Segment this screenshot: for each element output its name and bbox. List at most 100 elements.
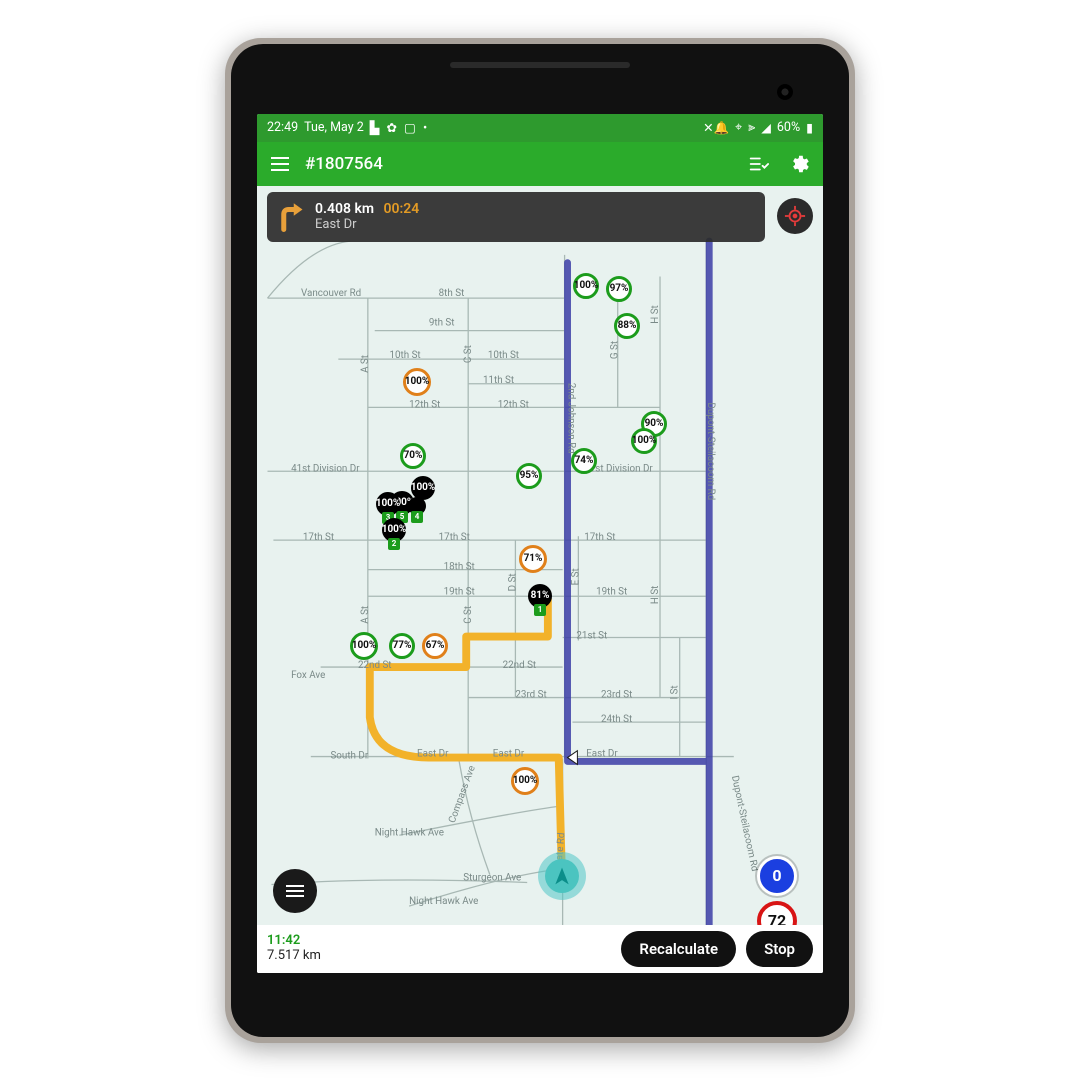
sequence-badge: 2 [388, 538, 400, 550]
svg-text:19th St: 19th St [444, 586, 475, 597]
stop-marker[interactable]: 88% [614, 313, 640, 339]
svg-text:A St: A St [360, 355, 371, 373]
gps-icon: ⌖ [735, 120, 742, 135]
svg-text:22nd St: 22nd St [358, 660, 392, 671]
app-bar: #1807564 [257, 142, 823, 186]
mute-icon: ✕🔔 [703, 120, 729, 136]
map[interactable]: Vancouver Rd8th St9th St10th St10th St11… [257, 186, 823, 973]
svg-text:17th St: 17th St [584, 532, 615, 543]
eta-time: 11:42 [267, 934, 321, 949]
svg-text:I St: I St [670, 685, 681, 699]
wifi-icon: ⫸ [748, 120, 755, 135]
direction-text: 0.408 km 00:24 East Dr [315, 201, 419, 232]
tablet-bezel: 22:49 Tue, May 2 ▙ ✿ ▢ • ✕🔔 ⌖ ⫸ ◢ 60% ▮ [231, 44, 849, 1037]
next-road: East Dr [315, 217, 419, 232]
sequence-badge: 1 [534, 604, 546, 616]
stop-marker[interactable]: 97% [606, 276, 632, 302]
map-menu-fab[interactable] [273, 869, 317, 913]
next-distance: 0.408 km [315, 201, 374, 217]
hamburger-icon[interactable] [263, 147, 297, 181]
svg-text:East Dr: East Dr [417, 748, 449, 759]
svg-text:Sturgeon Ave: Sturgeon Ave [463, 872, 521, 883]
clock: 22:49 [267, 120, 298, 135]
svg-text:D St: D St [507, 573, 518, 591]
svg-text:Vancouver Rd: Vancouver Rd [301, 288, 361, 299]
svg-text:South Dr: South Dr [330, 750, 368, 761]
checklist-icon[interactable] [741, 147, 775, 181]
svg-text:12th St: 12th St [498, 399, 529, 410]
current-speed: 0 [757, 856, 797, 896]
svg-text:C St: C St [463, 345, 474, 363]
stop-marker[interactable]: 100% [350, 632, 378, 660]
svg-text:9th St: 9th St [429, 317, 455, 328]
stop-marker[interactable]: 100% [511, 767, 539, 795]
recenter-button[interactable] [777, 198, 813, 234]
battery-text: 60% [777, 120, 800, 135]
svg-text:17th St: 17th St [303, 532, 334, 543]
stop-marker[interactable]: 70% [400, 443, 426, 469]
front-camera [777, 84, 793, 100]
heading-arrow-icon [552, 866, 572, 886]
stop-marker[interactable]: 71% [519, 545, 547, 573]
direction-card[interactable]: 0.408 km 00:24 East Dr [267, 192, 765, 242]
speaker-grille [450, 62, 630, 68]
sequence-badge: 4 [411, 511, 423, 523]
svg-text:12th St: 12th St [409, 399, 440, 410]
status-icons: ▙ ✿ ▢ • [370, 120, 429, 136]
stop-marker[interactable]: 100%3 [376, 492, 400, 516]
svg-text:Dupont-Steilacoom Rd: Dupont-Steilacoom Rd [705, 402, 716, 500]
svg-text:19th St: 19th St [596, 586, 627, 597]
date: Tue, May 2 [304, 120, 364, 135]
svg-text:Night Hawk Ave: Night Hawk Ave [409, 896, 478, 907]
svg-text:Compass Ave: Compass Ave [447, 764, 478, 824]
tablet-frame: 22:49 Tue, May 2 ▙ ✿ ▢ • ✕🔔 ⌖ ⫸ ◢ 60% ▮ [225, 38, 855, 1043]
gear-icon[interactable] [783, 147, 817, 181]
svg-text:18th St: 18th St [444, 561, 475, 572]
android-statusbar: 22:49 Tue, May 2 ▙ ✿ ▢ • ✕🔔 ⌖ ⫸ ◢ 60% ▮ [257, 114, 823, 142]
svg-text:Night Hawk Ave: Night Hawk Ave [375, 827, 444, 838]
bottom-bar: 11:42 7.517 km Recalculate Stop [257, 925, 823, 973]
stop-marker[interactable]: 4 [408, 497, 426, 515]
signal-icon: ◢ [761, 120, 771, 136]
stop-button[interactable]: Stop [746, 931, 813, 967]
svg-text:10th St: 10th St [389, 350, 420, 361]
screen: 22:49 Tue, May 2 ▙ ✿ ▢ • ✕🔔 ⌖ ⫸ ◢ 60% ▮ [257, 114, 823, 973]
svg-text:10th St: 10th St [488, 350, 519, 361]
stop-marker[interactable]: 100% [573, 273, 599, 299]
svg-text:23rd St: 23rd St [515, 689, 546, 700]
stop-marker[interactable]: 74% [571, 448, 597, 474]
svg-text:23rd St: 23rd St [601, 689, 632, 700]
svg-text:A St: A St [360, 605, 371, 623]
svg-text:11th St: 11th St [483, 374, 514, 385]
stop-marker[interactable]: 95% [516, 463, 542, 489]
eta-block[interactable]: 11:42 7.517 km [267, 934, 321, 964]
stop-marker[interactable]: 100% [403, 368, 431, 396]
map-roads: Vancouver Rd8th St9th St10th St10th St11… [257, 186, 823, 973]
svg-text:East Dr: East Dr [493, 748, 525, 759]
svg-text:H St: H St [650, 585, 661, 604]
crosshair-icon [784, 205, 806, 227]
svg-text:H St: H St [650, 305, 661, 324]
stop-marker[interactable]: 100%2 [382, 518, 406, 542]
turn-right-icon [275, 202, 305, 232]
next-time: 00:24 [384, 201, 420, 217]
svg-text:24th St: 24th St [601, 714, 632, 725]
svg-text:Dupont-Steilacoom Rd: Dupont-Steilacoom Rd [729, 774, 760, 872]
battery-icon: ▮ [806, 120, 813, 136]
svg-text:Fox Ave: Fox Ave [291, 669, 325, 680]
stop-marker[interactable]: 81%1 [528, 584, 552, 608]
current-location [538, 852, 586, 900]
svg-text:East Dr: East Dr [586, 748, 618, 759]
svg-text:E St: E St [570, 568, 581, 585]
svg-text:21st St: 21st St [576, 630, 607, 641]
svg-text:8th St: 8th St [439, 288, 465, 299]
svg-text:2nd Johnson Rd: 2nd Johnson Rd [566, 382, 577, 453]
svg-text:17th St: 17th St [439, 532, 470, 543]
svg-text:C St: C St [463, 605, 474, 623]
recalculate-button[interactable]: Recalculate [621, 931, 736, 967]
svg-text:41st Division Dr: 41st Division Dr [291, 463, 360, 474]
stop-marker[interactable]: 100% [631, 428, 657, 454]
stop-marker[interactable]: 67% [422, 633, 448, 659]
stop-marker[interactable]: 77% [389, 633, 415, 659]
svg-text:22nd St: 22nd St [503, 660, 537, 671]
